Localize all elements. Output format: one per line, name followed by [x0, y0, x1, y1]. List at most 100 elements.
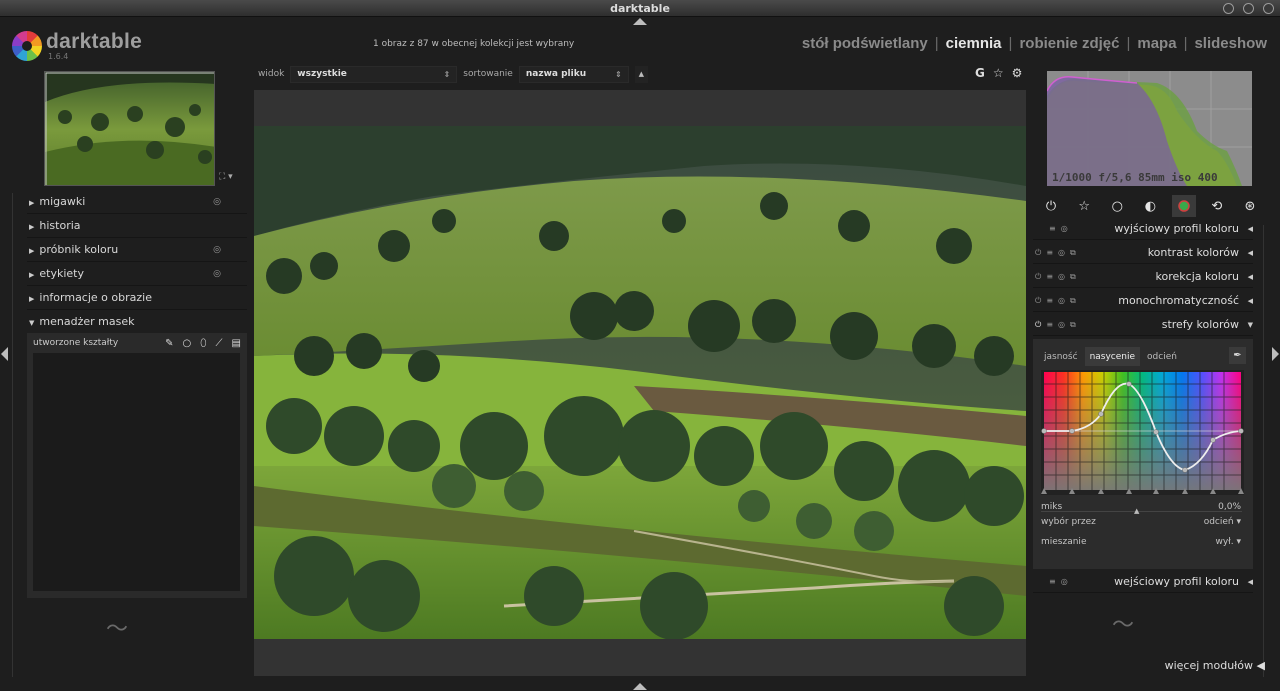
ellipse-tool-icon[interactable]: ⬯ [200, 338, 206, 349]
tab-lightness[interactable]: jasność [1039, 347, 1083, 366]
collection-info: 1 obraz z 87 w obecnej kolekcji jest wyb… [373, 39, 575, 49]
expand-triangle-icon: ▶ [29, 223, 35, 231]
module-tagging[interactable]: ▶ etykiety ◎ [27, 262, 247, 286]
collapse-triangle-icon: ▼ [29, 319, 35, 327]
left-modules: ▶ migawki ◎ ▶ historia ▶ próbnik koloru ◎ ▶… [27, 190, 247, 334]
reset-icon[interactable]: ◎ [1058, 272, 1065, 282]
module-input-color-profile[interactable]: ≡ ◎ wejściowy profil koloru ◀ [1033, 571, 1253, 593]
select-by-dropdown[interactable]: odcień ▾ [1204, 517, 1241, 527]
color-group-icon[interactable] [1171, 195, 1196, 217]
view-separator: | [934, 35, 939, 52]
view-filter-select[interactable]: wszystkie ⇕ [290, 65, 458, 83]
more-modules-button[interactable]: więcej modułów ◀ [1165, 659, 1265, 672]
duplicate-icon[interactable]: ⧉ [1070, 248, 1076, 258]
path-tool-icon[interactable]: ✎ [165, 338, 173, 349]
expand-arrow-icon: ◀ [1247, 224, 1253, 233]
reset-icon[interactable]: ◎ [1058, 296, 1065, 306]
module-output-color-profile[interactable]: ≡ ◎ wyjściowy profil koloru ◀ [1033, 218, 1253, 240]
mix-slider[interactable] [1041, 511, 1242, 512]
select-chevron-icon: ⇕ [443, 69, 451, 79]
histogram[interactable]: 1/1000 f/5,6 85mm iso 400 [1047, 71, 1252, 186]
module-snapshots[interactable]: ▶ migawki ◎ [27, 190, 247, 214]
circle-tool-icon[interactable]: ○ [183, 338, 192, 349]
expand-arrow-icon: ◀ [1247, 577, 1253, 586]
presets-icon[interactable]: ≡ [1049, 224, 1056, 233]
star-icon[interactable]: ☆ [993, 66, 1004, 80]
grouping-icon[interactable]: G [975, 66, 985, 80]
presets-icon[interactable]: ≡ [1046, 272, 1053, 282]
module-color-contrast[interactable]: ⏻ ≡ ◎ ⧉ kontrast kolorów ◀ [1033, 242, 1253, 264]
gear-icon[interactable]: ⚙ [1012, 66, 1023, 80]
view-tethering[interactable]: robienie zdjęć [1019, 35, 1119, 52]
reset-icon[interactable]: ◎ [1058, 248, 1065, 258]
collapse-left-panel-arrow-icon[interactable] [1, 347, 8, 361]
mask-shapes-list[interactable] [33, 353, 240, 591]
reset-icon[interactable]: ◎ [213, 197, 221, 207]
view-map[interactable]: mapa [1137, 35, 1176, 52]
presets-icon[interactable]: ≡ [1049, 577, 1056, 586]
maximize-button[interactable] [1243, 3, 1254, 14]
module-label: korekcja koloru [1155, 270, 1239, 283]
left-panel-scrollbar[interactable] [12, 193, 19, 677]
module-color-correction[interactable]: ⏻ ≡ ◎ ⧉ korekcja koloru ◀ [1033, 266, 1253, 288]
duplicate-icon[interactable]: ⧉ [1070, 296, 1076, 306]
active-modules-icon[interactable]: ⏻ [1039, 195, 1063, 217]
favorites-icon[interactable]: ☆ [1072, 195, 1096, 217]
sort-direction-button[interactable]: ▲ [634, 65, 648, 83]
module-label: strefy kolorów [1161, 318, 1239, 331]
presets-icon[interactable]: ≡ [1046, 296, 1053, 306]
expand-arrow-icon: ◀ [1247, 248, 1253, 257]
power-icon[interactable]: ⏻ [1035, 296, 1041, 306]
module-color-zones[interactable]: ⏻ ≡ ◎ ⧉ strefy kolorów ▼ [1033, 314, 1253, 336]
view-darkroom[interactable]: ciemnia [946, 35, 1002, 52]
select-by-label: wybór przez [1041, 517, 1096, 527]
module-icons: ≡ ◎ [1035, 577, 1085, 586]
duplicate-icon[interactable]: ⧉ [1070, 272, 1076, 282]
module-monochrome[interactable]: ⏻ ≡ ◎ ⧉ monochromatyczność ◀ [1033, 290, 1253, 312]
tone-group-icon[interactable]: ◐ [1138, 195, 1162, 217]
mask-manager-panel: utworzone kształty ✎ ○ ⬯ ⟋ ▤ [27, 333, 247, 598]
brush-tool-icon[interactable]: ⟋ [216, 338, 223, 349]
panel-end-flourish-icon: 〜 [106, 617, 129, 642]
basic-group-icon[interactable]: ○ [1105, 195, 1129, 217]
navigation-thumbnail[interactable] [44, 71, 215, 186]
view-lighttable[interactable]: stół podświetlany [802, 35, 928, 52]
presets-icon[interactable]: ≡ [1046, 320, 1053, 330]
module-image-information[interactable]: ▶ informacje o obrazie [27, 286, 247, 310]
collapse-right-panel-arrow-icon[interactable] [1272, 347, 1279, 361]
reset-icon[interactable]: ◎ [213, 269, 221, 279]
duplicate-icon[interactable]: ⧉ [1070, 320, 1076, 330]
power-icon[interactable]: ⏻ [1035, 320, 1041, 330]
tab-saturation[interactable]: nasycenie [1084, 347, 1141, 366]
effect-group-icon[interactable]: ⊛ [1238, 195, 1262, 217]
module-mask-manager[interactable]: ▼ menadżer masek [27, 310, 247, 334]
power-icon[interactable]: ⏻ [1035, 248, 1041, 258]
view-separator: | [1183, 35, 1188, 52]
power-icon[interactable]: ⏻ [1035, 272, 1041, 282]
reset-icon[interactable]: ◎ [1061, 224, 1068, 233]
gradient-tool-icon[interactable]: ▤ [232, 338, 241, 349]
color-zones-curve[interactable] [1041, 370, 1244, 495]
close-button[interactable] [1263, 3, 1274, 14]
collapse-top-panel-arrow-icon[interactable] [633, 18, 647, 25]
module-label: monochromatyczność [1118, 294, 1239, 307]
mix-slider-knob[interactable]: ▲ [1134, 507, 1139, 515]
correct-group-icon[interactable]: ⟲ [1205, 195, 1229, 217]
main-image[interactable] [254, 126, 1026, 639]
color-picker-icon[interactable]: ✒ [1229, 347, 1246, 364]
tab-hue[interactable]: odcień [1142, 347, 1182, 366]
collapse-bottom-panel-arrow-icon[interactable] [633, 683, 647, 690]
expand-thumbnail-icon[interactable]: ⛶ ▾ [219, 172, 233, 182]
right-panel-scrollbar[interactable] [1257, 225, 1264, 677]
reset-icon[interactable]: ◎ [213, 245, 221, 255]
module-color-picker[interactable]: ▶ próbnik koloru ◎ [27, 238, 247, 262]
minimize-button[interactable] [1223, 3, 1234, 14]
histogram-exif-info: 1/1000 f/5,6 85mm iso 400 [1052, 171, 1218, 184]
view-slideshow[interactable]: slideshow [1194, 35, 1267, 52]
module-history[interactable]: ▶ historia [27, 214, 247, 238]
reset-icon[interactable]: ◎ [1061, 577, 1068, 586]
reset-icon[interactable]: ◎ [1058, 320, 1065, 330]
blend-dropdown[interactable]: wył. ▾ [1216, 537, 1242, 547]
sort-select[interactable]: nazwa pliku ⇕ [518, 65, 629, 83]
presets-icon[interactable]: ≡ [1046, 248, 1053, 258]
